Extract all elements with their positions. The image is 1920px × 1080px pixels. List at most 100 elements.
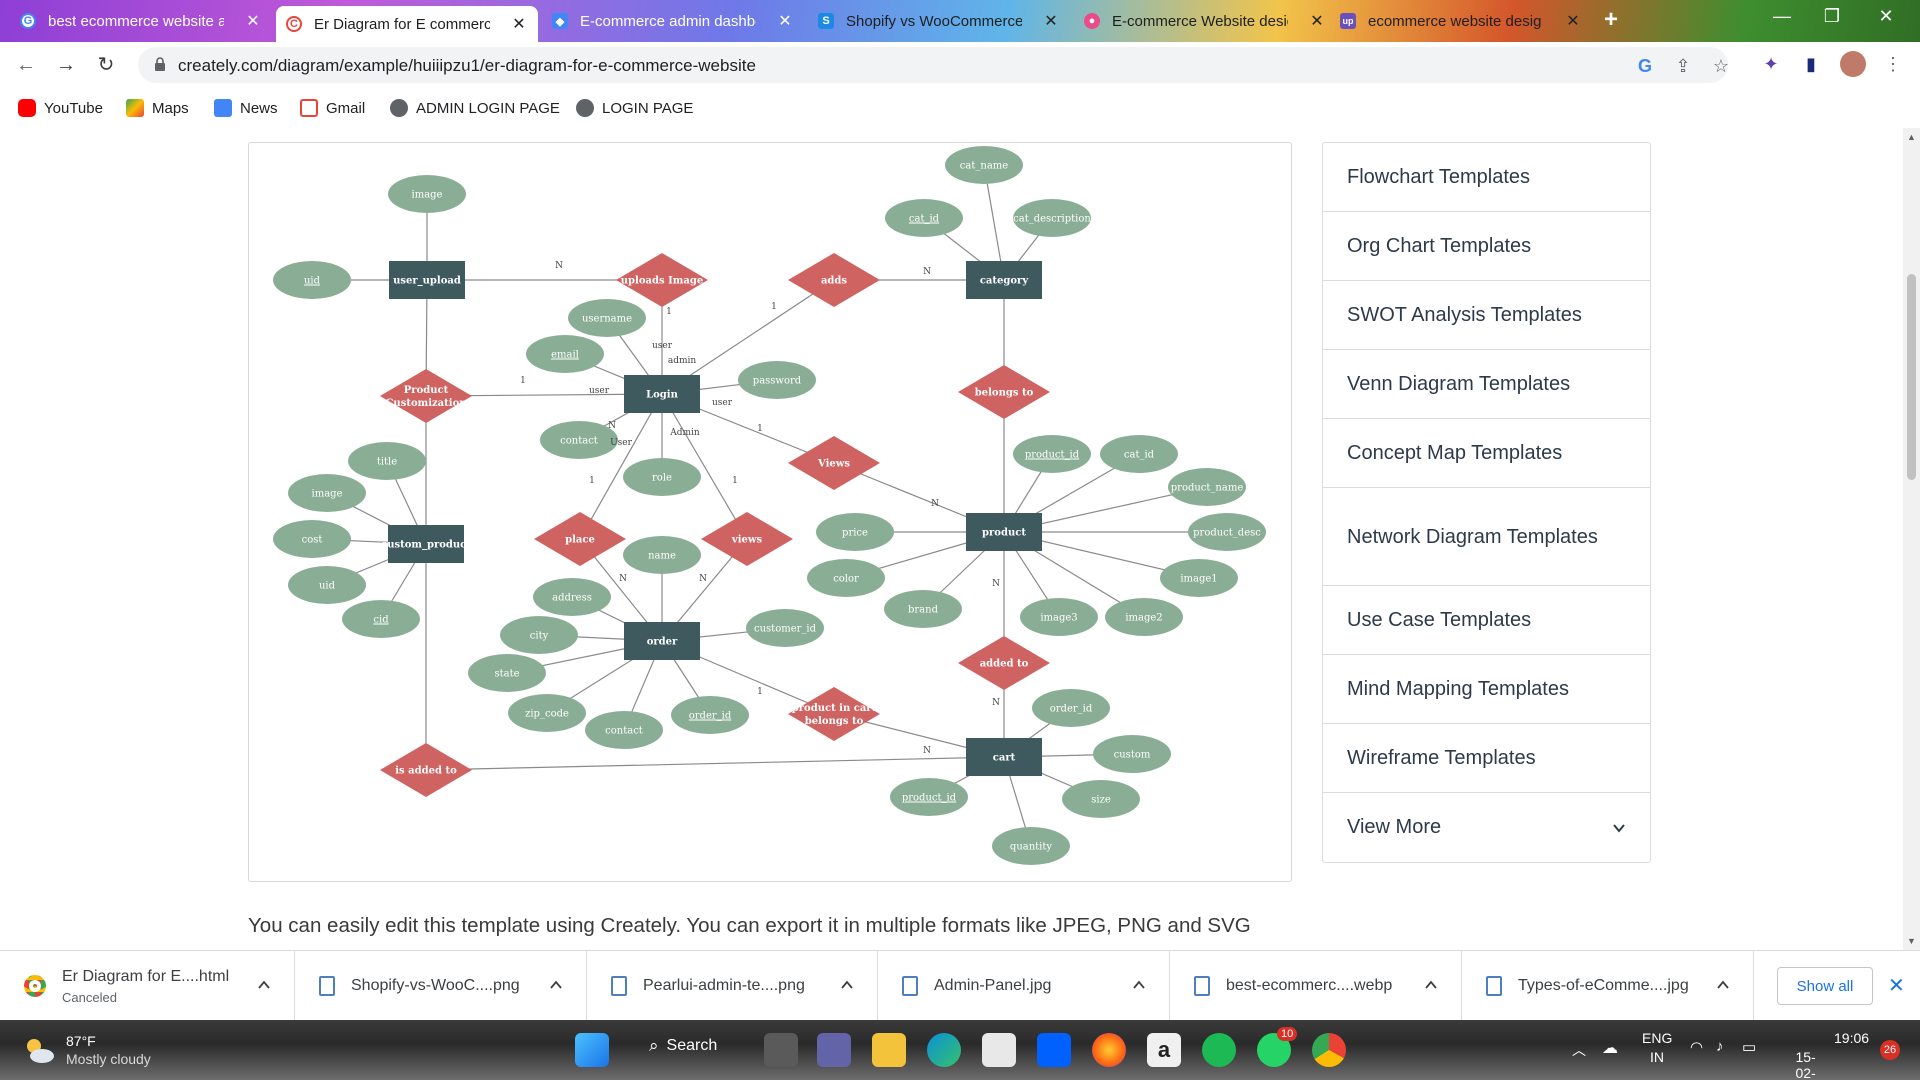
relationship-adds[interactable]: adds xyxy=(788,253,880,307)
scroll-thumb[interactable] xyxy=(1907,274,1916,480)
bookmark-star-icon[interactable]: ☆ xyxy=(1710,55,1732,77)
relationship-added_to[interactable]: added to xyxy=(958,636,1050,690)
scroll-up-arrow[interactable]: ▲ xyxy=(1906,132,1917,142)
tab-shopify[interactable]: S Shopify vs WooCommerce ✕ xyxy=(808,4,1070,38)
attribute-title[interactable]: title xyxy=(348,442,426,480)
attribute-cost[interactable]: cost xyxy=(273,520,351,558)
close-tab-icon[interactable]: ✕ xyxy=(1564,11,1582,31)
attribute-product_id_p[interactable]: product_id xyxy=(1013,435,1091,473)
attribute-quantity[interactable]: quantity xyxy=(992,827,1070,865)
bookmark-maps[interactable]: Maps xyxy=(126,88,189,128)
sidebar-item-network-diagram[interactable]: Network Diagram Templates xyxy=(1323,488,1650,586)
bookmark-admin-login[interactable]: ADMIN LOGIN PAGE xyxy=(390,88,560,128)
attribute-name[interactable]: name xyxy=(623,536,701,574)
chevron-up-icon[interactable] xyxy=(1717,979,1729,991)
show-all-button[interactable]: Show all xyxy=(1777,967,1873,1005)
relationship-views2[interactable]: views xyxy=(701,512,793,566)
sidebar-item-flowchart[interactable]: Flowchart Templates xyxy=(1323,143,1650,212)
attribute-cat_description[interactable]: cat_description xyxy=(1013,199,1091,237)
attribute-cid[interactable]: cid xyxy=(342,600,420,638)
attribute-contact_o[interactable]: contact xyxy=(585,711,663,749)
attribute-image_c[interactable]: image xyxy=(288,474,366,512)
attribute-uid_u[interactable]: uid xyxy=(273,261,351,299)
relationship-place[interactable]: place xyxy=(534,512,626,566)
entity-category[interactable]: category xyxy=(966,261,1042,299)
start-button[interactable] xyxy=(575,1033,609,1067)
relationship-views_r[interactable]: Views xyxy=(788,436,880,490)
edge-icon[interactable] xyxy=(927,1033,961,1067)
sidebar-item-swot[interactable]: SWOT Analysis Templates xyxy=(1323,281,1650,350)
chevron-up-icon[interactable] xyxy=(1425,979,1437,991)
download-item[interactable]: Er Diagram for E....html Canceled xyxy=(0,951,295,1021)
task-view-icon[interactable] xyxy=(764,1033,798,1067)
close-tab-icon[interactable]: ✕ xyxy=(776,11,794,31)
relationship-product_in_cart[interactable]: product in cart belongs to xyxy=(788,687,880,741)
attribute-customer_id[interactable]: customer_id xyxy=(746,609,824,647)
sidebar-item-use-case[interactable]: Use Case Templates xyxy=(1323,586,1650,655)
attribute-password[interactable]: password xyxy=(738,361,816,399)
chevron-up-icon[interactable]: ︿ xyxy=(1572,1040,1586,1060)
attribute-color[interactable]: color xyxy=(807,559,885,597)
attribute-cat_id_p[interactable]: cat_id xyxy=(1100,435,1178,473)
close-icon[interactable]: ✕ xyxy=(1888,973,1905,998)
entity-product[interactable]: product xyxy=(966,513,1042,551)
wifi-icon[interactable]: ◠ xyxy=(1690,1038,1703,1056)
address-bar[interactable]: creately.com/diagram/example/huiiipzu1/e… xyxy=(138,47,1729,83)
attribute-product_desc[interactable]: product_desc xyxy=(1188,513,1266,551)
attribute-address[interactable]: address xyxy=(533,578,611,616)
bookmark-gmail[interactable]: Gmail xyxy=(300,88,365,128)
download-item[interactable]: best-ecommerc....webp xyxy=(1170,951,1462,1021)
taskbar-search[interactable]: ⌕ Search xyxy=(649,1036,717,1056)
side-panel-icon[interactable]: ▮ xyxy=(1798,51,1824,77)
attribute-product_name[interactable]: product_name xyxy=(1168,468,1246,506)
forward-button[interactable]: → xyxy=(52,51,80,79)
er-diagram-card[interactable]: image uid cat_name cat_id cat_descriptionuse… xyxy=(248,142,1292,882)
bookmark-news[interactable]: News xyxy=(214,88,278,128)
attribute-zip_code[interactable]: zip_code xyxy=(508,694,586,732)
store-icon[interactable] xyxy=(982,1033,1016,1067)
attribute-order_id_c[interactable]: order_id xyxy=(1032,689,1110,727)
close-tab-icon[interactable]: ✕ xyxy=(510,14,528,34)
page-scrollbar[interactable]: ▲ ▼ xyxy=(1903,128,1920,950)
tab-admin-dashboard[interactable]: ◆ E-commerce admin dashbo ✕ xyxy=(542,4,804,38)
clock-time[interactable]: 19:06 xyxy=(1834,1030,1869,1046)
maximize-button[interactable]: ❐ xyxy=(1810,6,1854,36)
download-item[interactable]: Admin-Panel.jpg xyxy=(878,951,1170,1021)
weather-widget[interactable]: 87°F Mostly cloudy xyxy=(22,1032,151,1068)
sidebar-item-mind-mapping[interactable]: Mind Mapping Templates xyxy=(1323,655,1650,724)
chevron-up-icon[interactable] xyxy=(841,979,853,991)
attribute-custom[interactable]: custom xyxy=(1093,735,1171,773)
attribute-uid_c[interactable]: uid xyxy=(288,566,366,604)
extensions-icon[interactable]: ✦ xyxy=(1758,51,1784,77)
close-tab-icon[interactable]: ✕ xyxy=(1308,11,1326,31)
attribute-size[interactable]: size xyxy=(1062,780,1140,818)
relationship-product_customization[interactable]: Product Customization xyxy=(380,369,472,423)
attribute-role[interactable]: role xyxy=(623,458,701,496)
relationship-belongs_to[interactable]: belongs to xyxy=(958,365,1050,419)
volume-icon[interactable]: ♪ xyxy=(1716,1038,1724,1055)
scroll-down-arrow[interactable]: ▼ xyxy=(1906,936,1917,946)
chevron-up-icon[interactable] xyxy=(1133,979,1145,991)
attribute-price[interactable]: price xyxy=(816,513,894,551)
onedrive-icon[interactable]: ☁ xyxy=(1602,1038,1618,1058)
attribute-cat_name[interactable]: cat_name xyxy=(945,146,1023,184)
battery-icon[interactable]: ▭ xyxy=(1742,1038,1756,1056)
tab-website-design[interactable]: ● E-commerce Website desig ✕ xyxy=(1074,4,1336,38)
reload-button[interactable]: ↻ xyxy=(92,51,120,79)
attribute-image3[interactable]: image3 xyxy=(1020,598,1098,636)
whatsapp-icon[interactable]: 10 xyxy=(1257,1027,1298,1067)
chrome-icon[interactable] xyxy=(1312,1033,1346,1067)
relationship-uploads_image[interactable]: uploads Image xyxy=(616,253,708,307)
attribute-state[interactable]: state xyxy=(468,654,546,692)
close-tab-icon[interactable]: ✕ xyxy=(244,11,262,31)
entity-cart[interactable]: cart xyxy=(966,738,1042,776)
attribute-username[interactable]: username xyxy=(568,299,646,337)
entity-user_upload[interactable]: user_upload xyxy=(389,261,465,299)
sidebar-item-concept-map[interactable]: Concept Map Templates xyxy=(1323,419,1650,488)
close-tab-icon[interactable]: ✕ xyxy=(1042,11,1060,31)
share-icon[interactable]: ⇪ xyxy=(1672,55,1694,77)
notification-badge[interactable]: 26 xyxy=(1880,1040,1900,1060)
window-close-button[interactable]: ✕ xyxy=(1864,6,1908,36)
attribute-image2[interactable]: image2 xyxy=(1105,598,1183,636)
dropbox-icon[interactable] xyxy=(1037,1033,1071,1067)
